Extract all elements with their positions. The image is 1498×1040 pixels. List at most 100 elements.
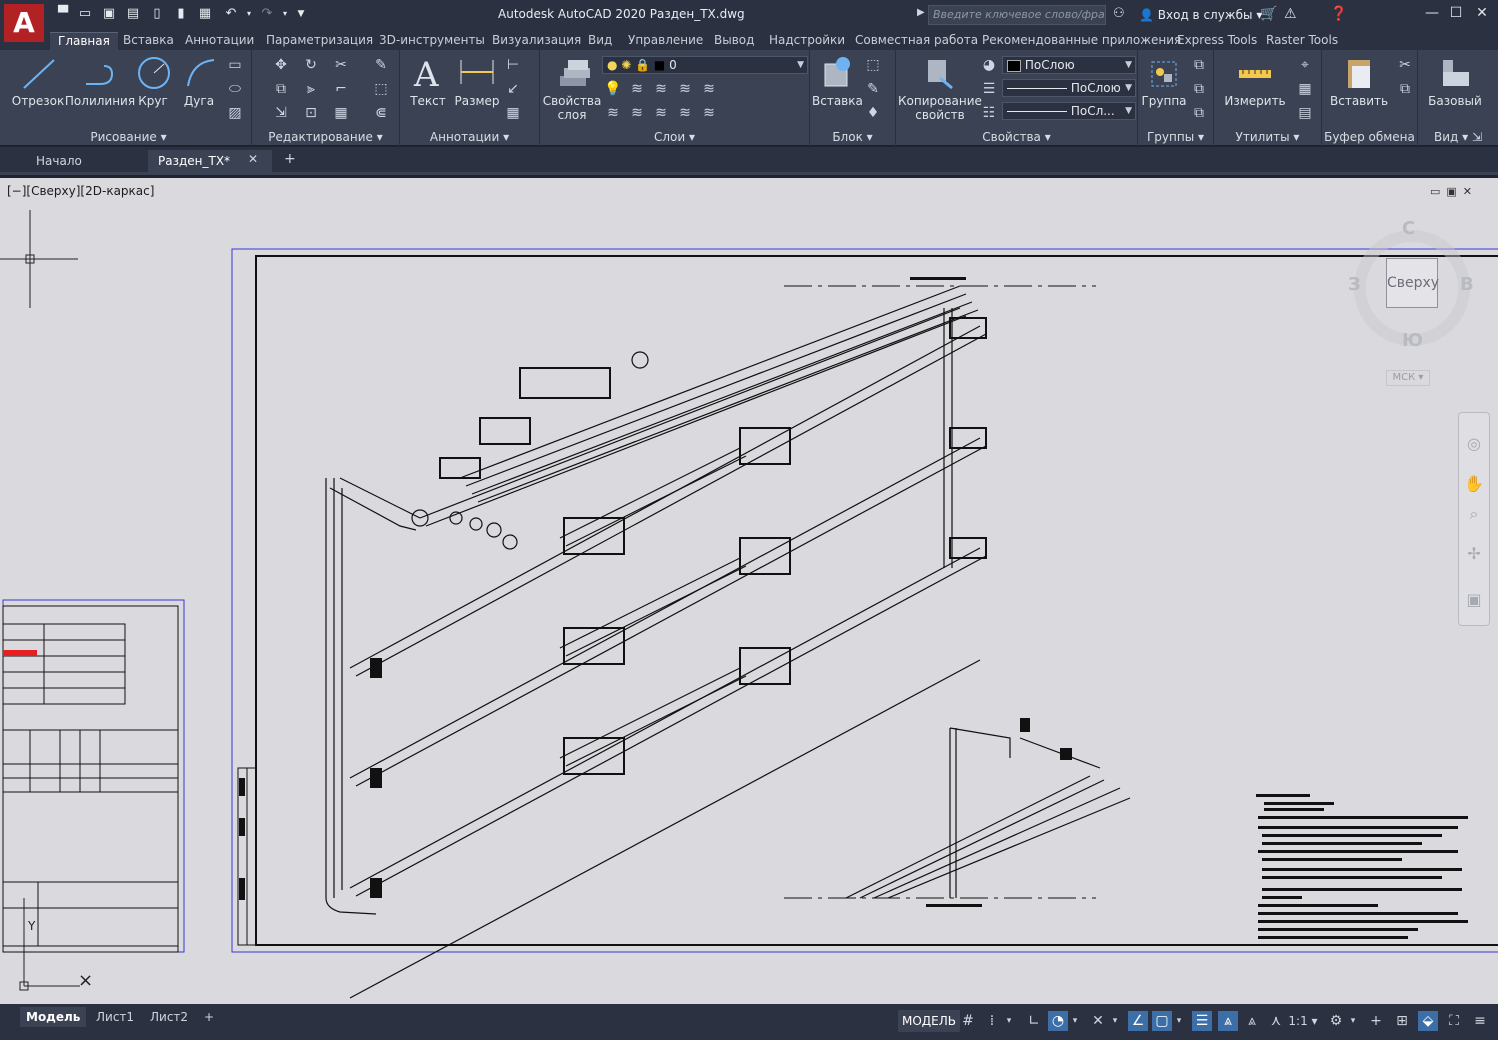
tab-featured-apps[interactable]: Рекомендованные приложения [982,32,1181,50]
open-web-icon[interactable]: ▯ [148,6,166,22]
app-logo[interactable]: A [4,4,44,42]
model-space-button[interactable]: МОДЕЛЬ [898,1010,961,1032]
arc-button[interactable]: Дуга [182,54,216,108]
attribute-icon[interactable]: ♦ [864,104,882,122]
annotation-scale-icon[interactable]: ⋏ [1266,1011,1286,1031]
layer-properties-button[interactable]: Свойства слоя [542,54,602,122]
calculator-icon[interactable]: ▦ [1296,80,1314,98]
copy-clip-icon[interactable]: ⧉ [1396,80,1414,98]
measure-button[interactable]: Измерить [1222,54,1288,108]
panel-view-label[interactable]: Вид ▾ ⇲ [1418,130,1498,144]
binoculars-icon[interactable]: ⚇ [1113,6,1125,21]
new-tab-icon[interactable]: + [284,151,296,167]
move-icon[interactable]: ✥ [272,56,290,74]
tab-visualize[interactable]: Визуализация [492,32,581,50]
autodesk-a360-icon[interactable]: ⚠ [1284,6,1297,22]
tab-raster-tools[interactable]: Raster Tools [1266,32,1338,50]
tab-parametric[interactable]: Параметризация [266,32,373,50]
group-edit-icon[interactable]: ⧉ [1190,80,1208,98]
array-icon[interactable]: ▦ [332,104,350,122]
layer-tool-6-icon[interactable]: ≋ [604,104,622,122]
create-block-icon[interactable]: ⬚ [864,56,882,74]
hatch-icon[interactable]: ▨ [226,104,244,122]
tab-home[interactable]: Главная [50,32,118,50]
layer-tool-1-icon[interactable]: 💡 [604,80,622,98]
zoom-icon[interactable]: ⌕ [1463,503,1485,525]
undo-icon[interactable]: ↶ [222,6,240,22]
snap-dropdown-icon[interactable]: ▾ [1002,1011,1016,1031]
explode-icon[interactable]: ⬚ [372,80,390,98]
help-icon[interactable]: ❓ [1330,6,1347,22]
layer-tool-10-icon[interactable]: ≋ [700,104,718,122]
signin-button[interactable]: 👤 Вход в службы ▾ [1139,8,1262,22]
insert-block-button[interactable]: Вставка [812,54,863,108]
orbit-icon[interactable]: ✢ [1463,543,1485,565]
workspace-dropdown-icon[interactable]: ▾ [1346,1011,1360,1031]
viewcube-south[interactable]: Ю [1402,330,1423,351]
base-view-button[interactable]: Базовый [1426,54,1484,108]
redo-icon[interactable]: ↷ [258,6,276,22]
panel-block-label[interactable]: Блок ▾ [810,130,895,144]
group-select-icon[interactable]: ⧉ [1190,104,1208,122]
drawing-canvas[interactable]: × Y [−][Сверху][2D-каркас] ▭▣✕ С Ю З В С… [0,178,1498,1004]
layout-tab-sheet1[interactable]: Лист1 [90,1007,140,1027]
object-snap-icon[interactable]: ▢ [1152,1011,1172,1031]
isodraft-dropdown-icon[interactable]: ▾ [1108,1011,1122,1031]
scale-selector[interactable]: 1:1 ▾ [1288,1011,1318,1031]
snap-icon[interactable]: ⁞ [982,1011,1002,1031]
undo-dropdown-icon[interactable]: ▾ [240,6,258,22]
dimension-button[interactable]: Размер [454,54,500,108]
linetype-dropdown[interactable]: ПоСлою ▼ [1002,79,1136,97]
edit-block-icon[interactable]: ✎ [864,80,882,98]
viewcube-west[interactable]: З [1348,274,1361,295]
cut-icon[interactable]: ✂ [1396,56,1414,74]
layer-tool-8-icon[interactable]: ≋ [652,104,670,122]
quick-access-menu-icon[interactable]: ▼ [292,6,310,22]
id-point-icon[interactable]: ▤ [1296,104,1314,122]
tab-output[interactable]: Вывод [714,32,754,50]
group-button[interactable]: Группа [1140,54,1188,108]
panel-modify-label[interactable]: Редактирование ▾ [252,130,399,144]
polar-dropdown-icon[interactable]: ▾ [1068,1011,1082,1031]
panel-draw-label[interactable]: Рисование ▾ [6,130,251,144]
rotate-icon[interactable]: ↻ [302,56,320,74]
layer-tool-7-icon[interactable]: ≋ [628,104,646,122]
ellipse-icon[interactable]: ⬭ [226,80,244,98]
add-layout-icon[interactable]: + [198,1007,220,1027]
close-icon[interactable]: ✕ [1472,5,1492,21]
copy-icon[interactable]: ⧉ [272,80,290,98]
rectangle-icon[interactable]: ▭ [226,56,244,74]
paste-button[interactable]: Вставить [1330,54,1388,108]
scale-icon[interactable]: ⊡ [302,104,320,122]
layer-tool-3-icon[interactable]: ≋ [652,80,670,98]
table-icon[interactable]: ▦ [504,104,522,122]
layer-tool-5-icon[interactable]: ≋ [700,80,718,98]
object-snap-tracking-icon[interactable]: ∠ [1128,1011,1148,1031]
viewcube-top-face[interactable]: Сверху [1386,258,1439,308]
viewcube-east[interactable]: В [1460,274,1474,295]
pan-hand-icon[interactable]: ✋ [1463,473,1485,495]
linetype-icon[interactable]: ☰ [980,80,998,98]
annotation-monitor-icon[interactable]: + [1366,1011,1386,1031]
tab-3d-tools[interactable]: 3D-инструменты [379,32,485,50]
panel-clipboard-label[interactable]: Буфер обмена [1322,130,1417,144]
match-properties-button[interactable]: Копирование свойств [898,54,982,122]
viewport-controls-label[interactable]: [−][Сверху][2D-каркас] [7,184,154,198]
minimize-icon[interactable]: — [1422,5,1442,21]
layer-tool-4-icon[interactable]: ≋ [676,80,694,98]
mirror-icon[interactable]: ⫸ [302,80,320,98]
polar-tracking-icon[interactable]: ◔ [1048,1011,1068,1031]
polyline-button[interactable]: Полилиния [64,54,136,108]
isodraft-icon[interactable]: ✕ [1088,1011,1108,1031]
fillet-icon[interactable]: ⌐ [332,80,350,98]
search-expand-icon[interactable]: ▶ [917,7,925,18]
panel-layers-label[interactable]: Слои ▾ [540,130,809,144]
grid-icon[interactable]: # [958,1011,978,1031]
tab-annotate[interactable]: Аннотации [185,32,254,50]
lineweight-dropdown[interactable]: ПоСл... ▼ [1002,102,1136,120]
new-file-icon[interactable]: ▀ [54,6,72,22]
showmotion-icon[interactable]: ▣ [1463,589,1485,611]
linear-dim-icon[interactable]: ⊢ [504,56,522,74]
wcs-menu[interactable]: МСК ▾ [1386,370,1430,386]
lineweight-toggle-icon[interactable]: ☰ [1192,1011,1212,1031]
